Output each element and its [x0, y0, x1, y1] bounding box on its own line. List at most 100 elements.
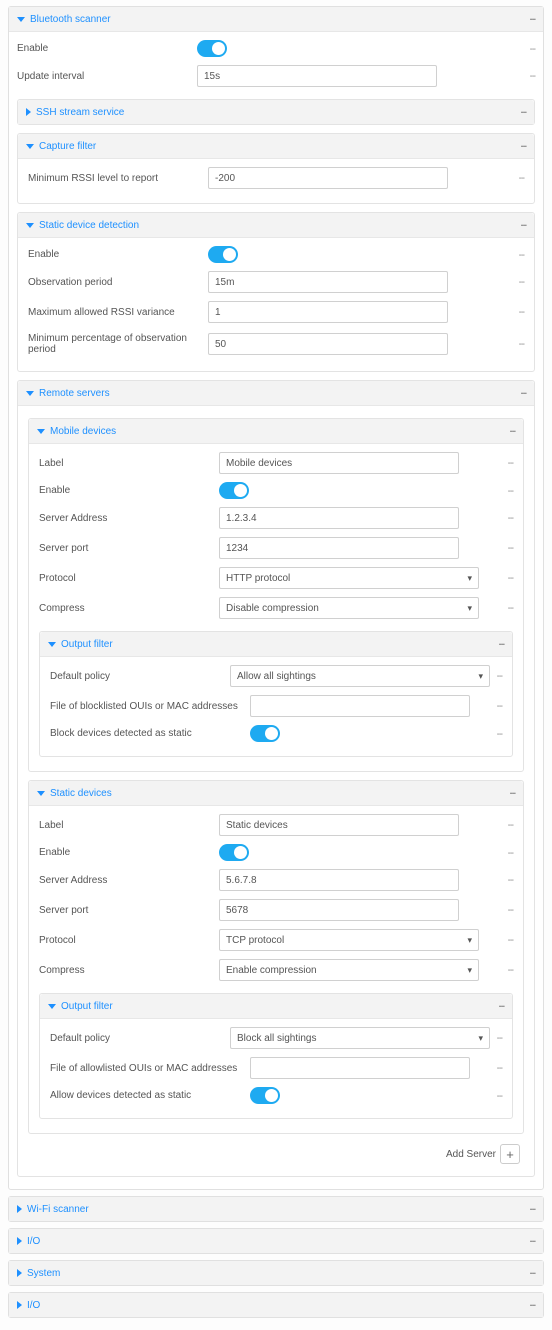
panel-title-text: Static device detection — [39, 220, 139, 231]
row-action[interactable]: -- — [483, 512, 513, 524]
remote-footer: Add Server + — [28, 1138, 524, 1166]
row-action[interactable]: -- — [483, 904, 513, 916]
input-update-interval[interactable] — [197, 65, 437, 87]
add-server-button[interactable]: + — [500, 1144, 520, 1164]
label-max-rssi-var: Maximum allowed RSSI variance — [28, 305, 208, 320]
row-action[interactable]: -- — [494, 338, 524, 350]
select-compress[interactable]: Enable compression▾ — [219, 959, 479, 981]
panel-header-io-2[interactable]: I/O -- — [9, 1293, 543, 1317]
toggle-enable[interactable] — [219, 482, 249, 499]
row-action[interactable]: -- — [494, 306, 524, 318]
add-server-label: Add Server — [446, 1149, 496, 1160]
input-max-rssi-var[interactable] — [208, 301, 448, 323]
input-obs-period[interactable] — [208, 271, 448, 293]
collapse-icon[interactable]: -- — [499, 1000, 504, 1012]
input-server-addr[interactable] — [219, 507, 459, 529]
row-action[interactable]: -- — [472, 728, 502, 740]
select-value: HTTP protocol — [226, 573, 290, 584]
collapse-icon[interactable]: -- — [499, 638, 504, 650]
panel-title: Mobile devices — [37, 426, 116, 437]
chevron-right-icon — [17, 1205, 22, 1213]
select-compress[interactable]: Disable compression▾ — [219, 597, 479, 619]
row-action[interactable]: -- — [483, 542, 513, 554]
collapse-icon[interactable]: -- — [530, 1267, 535, 1279]
collapse-icon[interactable]: -- — [510, 787, 515, 799]
panel-header-output-filter[interactable]: Output filter -- — [40, 994, 512, 1019]
row-action[interactable]: -- — [483, 874, 513, 886]
input-server-port[interactable] — [219, 899, 459, 921]
row-action[interactable]: -- — [494, 276, 524, 288]
input-label[interactable] — [219, 814, 459, 836]
select-protocol[interactable]: HTTP protocol▾ — [219, 567, 479, 589]
toggle-enable[interactable] — [208, 246, 238, 263]
panel-header-capture[interactable]: Capture filter -- — [18, 134, 534, 159]
chevron-right-icon — [17, 1301, 22, 1309]
input-label[interactable] — [219, 452, 459, 474]
select-default-policy[interactable]: Block all sightings▾ — [230, 1027, 490, 1049]
panel-header-output-filter[interactable]: Output filter -- — [40, 632, 512, 657]
collapse-icon[interactable]: -- — [521, 140, 526, 152]
collapse-icon[interactable]: -- — [521, 219, 526, 231]
row-max-rssi-var: Maximum allowed RSSI variance -- — [28, 297, 524, 327]
collapse-icon[interactable]: -- — [510, 425, 515, 437]
panel-body: Label-- Enable-- Server Address-- Server… — [29, 806, 523, 1133]
toggle-enable[interactable] — [197, 40, 227, 57]
select-protocol[interactable]: TCP protocol▾ — [219, 929, 479, 951]
toggle-allow-static[interactable] — [250, 1087, 280, 1104]
row-action[interactable]: -- — [483, 572, 513, 584]
collapse-icon[interactable]: -- — [530, 1203, 535, 1215]
panel-body: Default policyAllow all sightings▾-- Fil… — [40, 657, 512, 756]
panel-title: Output filter — [48, 1001, 113, 1012]
row-action[interactable]: -- — [505, 43, 535, 55]
row-action[interactable]: -- — [472, 1090, 502, 1102]
panel-header-static-detection[interactable]: Static device detection -- — [18, 213, 534, 238]
chevron-down-icon — [48, 642, 56, 647]
row-action[interactable]: -- — [490, 670, 502, 682]
label-enable: Enable — [39, 483, 219, 498]
label-default-policy: Default policy — [50, 669, 230, 684]
panel-body: Minimum RSSI level to report -- — [18, 159, 534, 203]
row-action[interactable]: -- — [483, 485, 513, 497]
row-action[interactable]: -- — [483, 964, 513, 976]
toggle-block-static[interactable] — [250, 725, 280, 742]
collapse-icon[interactable]: -- — [521, 387, 526, 399]
panel-header-ssh[interactable]: SSH stream service -- — [18, 100, 534, 124]
input-allowlist-file[interactable] — [250, 1057, 470, 1079]
row-action[interactable]: -- — [483, 819, 513, 831]
label-protocol: Protocol — [39, 933, 219, 948]
row-action[interactable]: -- — [483, 847, 513, 859]
input-blocklist-file[interactable] — [250, 695, 470, 717]
input-min-pct[interactable] — [208, 333, 448, 355]
row-action[interactable]: -- — [472, 700, 502, 712]
chevron-down-icon — [17, 17, 25, 22]
panel-output-filter-mobile: Output filter -- Default policyAllow all… — [39, 631, 513, 757]
input-server-port[interactable] — [219, 537, 459, 559]
panel-title: Wi-Fi scanner — [17, 1204, 89, 1215]
row-action[interactable]: -- — [483, 602, 513, 614]
panel-header-system[interactable]: System -- — [9, 1261, 543, 1285]
toggle-enable[interactable] — [219, 844, 249, 861]
panel-title-text: Static devices — [50, 788, 112, 799]
panel-header-bluetooth[interactable]: Bluetooth scanner -- — [9, 7, 543, 32]
input-server-addr[interactable] — [219, 869, 459, 891]
collapse-icon[interactable]: -- — [530, 1299, 535, 1311]
row-action[interactable]: -- — [494, 249, 524, 261]
row-action[interactable]: -- — [483, 934, 513, 946]
panel-header-static[interactable]: Static devices -- — [29, 781, 523, 806]
label-blocklist-file: File of blocklisted OUIs or MAC addresse… — [50, 699, 250, 714]
collapse-icon[interactable]: -- — [530, 13, 535, 25]
collapse-icon[interactable]: -- — [521, 106, 526, 118]
panel-header-wifi[interactable]: Wi-Fi scanner -- — [9, 1197, 543, 1221]
panel-title-text: Mobile devices — [50, 426, 116, 437]
panel-header-mobile[interactable]: Mobile devices -- — [29, 419, 523, 444]
row-action[interactable]: -- — [494, 172, 524, 184]
panel-header-io[interactable]: I/O -- — [9, 1229, 543, 1253]
row-action[interactable]: -- — [483, 457, 513, 469]
collapse-icon[interactable]: -- — [530, 1235, 535, 1247]
panel-header-remote[interactable]: Remote servers -- — [18, 381, 534, 406]
select-default-policy[interactable]: Allow all sightings▾ — [230, 665, 490, 687]
chevron-right-icon — [17, 1269, 22, 1277]
row-action[interactable]: -- — [505, 70, 535, 82]
row-action[interactable]: -- — [472, 1062, 502, 1074]
input-min-rssi[interactable] — [208, 167, 448, 189]
